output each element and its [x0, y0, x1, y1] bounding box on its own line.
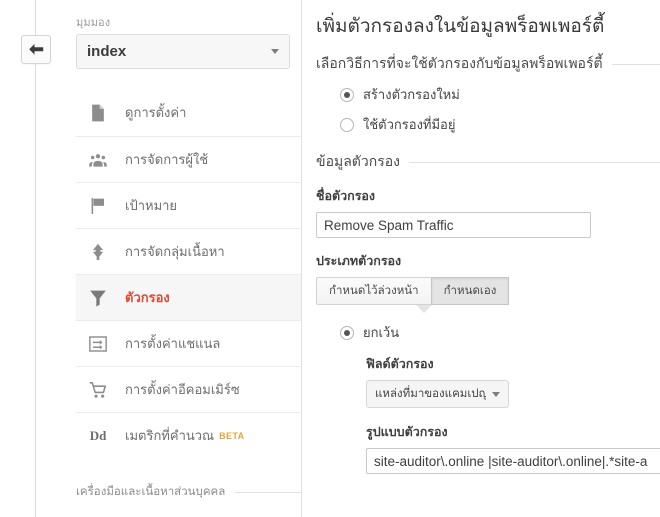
back-button[interactable] — [21, 35, 51, 64]
dd-icon: Dd — [89, 427, 107, 443]
radio-icon-selected[interactable] — [340, 325, 354, 340]
sidebar-item-1[interactable]: ดูการตั้งค่า — [76, 90, 301, 136]
funnel-icon — [84, 284, 112, 312]
filter-pattern-label: รูปแบบตัวกรอง — [366, 425, 448, 439]
sidebar-item-8[interactable]: Dd เมตริกที่คำนวณ BETA — [76, 412, 301, 458]
method-section-header: เลือกวิธีการที่จะใช้ตัวกรองกับข้อมูลพร็อ… — [316, 53, 660, 75]
analytics-admin-screen: มุมมอง index ดูการตั้งค่าการจัดการผู้ใช้… — [0, 0, 660, 517]
chevron-down-icon — [492, 391, 500, 397]
cart-icon — [84, 376, 112, 404]
back-arrow-icon — [28, 44, 43, 55]
filter-pattern-input[interactable]: site-auditor\.online |site-auditor\.onli… — [366, 448, 660, 474]
sidebar-item-label: การจัดการผู้ใช้ — [125, 151, 209, 167]
method-section-title: เลือกวิธีการที่จะใช้ตัวกรองกับข้อมูลพร็อ… — [316, 55, 603, 71]
view-selector-value: index — [87, 43, 127, 60]
filter-type-toggle-group: กำหนดไว้ล่วงหน้า กำหนดเอง — [316, 277, 510, 313]
sidebar-item-5[interactable]: ตัวกรอง — [76, 274, 301, 320]
view-selector-dropdown[interactable]: index — [76, 34, 290, 69]
method-option-existing-label: ใช้ตัวกรองที่มีอยู่ — [363, 117, 456, 132]
content-group-icon — [84, 238, 112, 266]
filter-type-label: ประเภทตัวกรอง — [316, 254, 402, 268]
personal-tools-section-title: เครื่องมือและเนื้อหาส่วนบุคคล — [76, 486, 226, 498]
filter-name-input[interactable]: Remove Spam Traffic — [316, 212, 591, 238]
sidebar-item-label: เป้าหมาย — [125, 197, 178, 213]
selected-tab-pointer — [416, 305, 432, 313]
sidebar-item-label: การตั้งค่าอีคอมเมิร์ซ — [125, 381, 240, 397]
sidebar-item-label: การจัดกลุ่มเนื้อหา — [125, 243, 225, 259]
filter-type-predefined-button[interactable]: กำหนดไว้ล่วงหน้า — [316, 277, 431, 305]
sidebar-item-6[interactable]: การตั้งค่าแชแนล — [76, 320, 301, 366]
section-divider — [611, 63, 660, 65]
sidebar-nav-list: ดูการตั้งค่าการจัดการผู้ใช้เป้าหมายการจั… — [76, 90, 301, 458]
filter-info-section-header: ข้อมูลตัวกรอง — [316, 151, 660, 173]
filter-form-panel: เพิ่มตัวกรองลงในข้อมูลพร็อพเพอร์ตี้ เลือ… — [302, 0, 660, 517]
sidebar-item-label: ดูการตั้งค่า — [125, 105, 187, 120]
view-selector-group: มุมมอง index — [76, 16, 290, 69]
method-option-new[interactable]: สร้างตัวกรองใหม่ — [316, 84, 660, 105]
method-option-new-label: สร้างตัวกรองใหม่ — [363, 87, 460, 102]
view-selector-label: มุมมอง — [76, 17, 111, 29]
filter-info-section-title: ข้อมูลตัวกรอง — [316, 153, 400, 169]
filter-type-custom-button[interactable]: กำหนดเอง — [430, 277, 510, 305]
document-icon — [84, 99, 112, 127]
chevron-down-icon — [271, 49, 279, 54]
personal-tools-section-header: เครื่องมือและเนื้อหาส่วนบุคคล — [76, 483, 301, 501]
page-title: เพิ่มตัวกรองลงในข้อมูลพร็อพเพอร์ตี้ — [316, 16, 605, 37]
radio-icon-unselected[interactable] — [340, 117, 354, 132]
section-divider — [235, 491, 301, 493]
sidebar-item-label: เมตริกที่คำนวณ — [125, 427, 215, 443]
users-icon — [84, 146, 112, 174]
sidebar-item-label: การตั้งค่าแชแนล — [125, 335, 221, 351]
filter-field-label: ฟิลด์ตัวกรอง — [366, 357, 434, 371]
custom-filter-mode-exclude[interactable]: ยกเว้น — [316, 322, 660, 343]
sidebar-item-3[interactable]: เป้าหมาย — [76, 182, 301, 228]
filter-field-dropdown[interactable]: แหล่งที่มาของแคมเปญ — [366, 380, 509, 408]
radio-icon-selected[interactable] — [340, 87, 354, 102]
filter-field-value: แหล่งที่มาของแคมเปญ — [375, 388, 486, 400]
custom-filter-mode-exclude-label: ยกเว้น — [363, 325, 400, 340]
filter-name-label: ชื่อตัวกรอง — [316, 189, 376, 203]
sidebar-rail-line — [35, 0, 36, 517]
sidebar-item-label: ตัวกรอง — [125, 289, 170, 305]
method-option-existing[interactable]: ใช้ตัวกรองที่มีอยู่ — [316, 114, 660, 135]
admin-sidebar: มุมมอง index ดูการตั้งค่าการจัดการผู้ใช้… — [0, 0, 301, 517]
sidebar-item-4[interactable]: การจัดกลุ่มเนื้อหา — [76, 228, 301, 274]
section-divider — [408, 161, 660, 163]
channel-icon — [84, 330, 112, 358]
sidebar-item-7[interactable]: การตั้งค่าอีคอมเมิร์ซ — [76, 366, 301, 412]
flag-icon — [84, 192, 112, 220]
beta-badge: BETA — [219, 430, 245, 441]
sidebar-item-2[interactable]: การจัดการผู้ใช้ — [76, 136, 301, 182]
